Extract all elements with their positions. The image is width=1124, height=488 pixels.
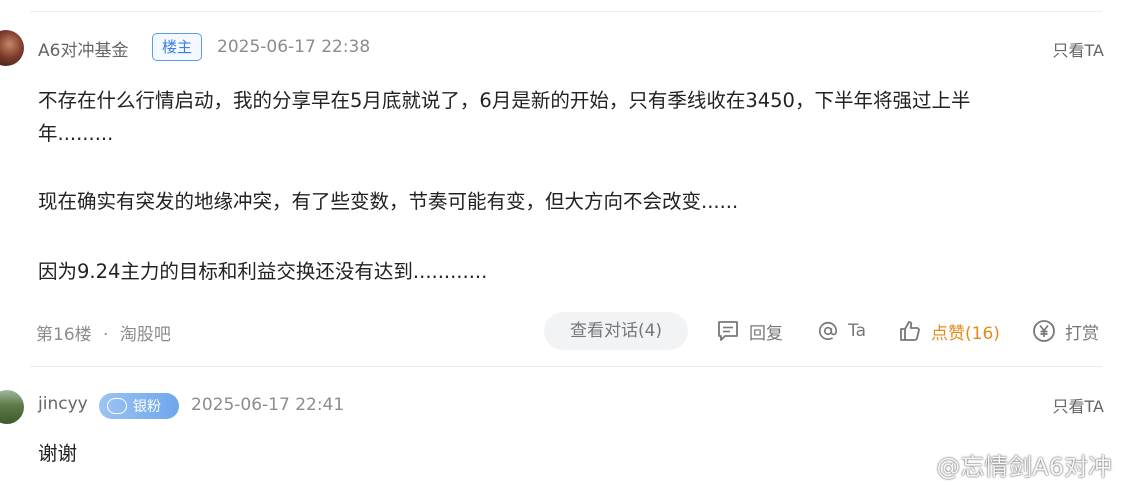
reply-timestamp: 2025-06-17 22:41 (191, 395, 345, 415)
reply-only-ta-link[interactable]: 只看TA (1053, 393, 1104, 417)
post-paragraph: 现在确实有突发的地缘冲突，有了些变数，节奏可能有变，但大方向不会改变...... (38, 190, 739, 213)
fan-badge-label: 银粉 (133, 399, 161, 415)
post-meta: 第16楼 · 淘股吧 (36, 320, 171, 345)
op-badge: 楼主 (152, 33, 202, 61)
at-icon (818, 321, 838, 341)
reply-text: 谢谢 (38, 442, 78, 465)
watermark: @忘情剑A6对冲 (890, 447, 1112, 482)
floor-number: 第16楼 (36, 325, 92, 345)
only-ta-link[interactable]: 只看TA (1053, 37, 1104, 61)
reply-avatar[interactable] (0, 390, 24, 424)
like-label: 点赞(16) (931, 323, 1000, 344)
reply-button[interactable]: 回复 (716, 316, 783, 346)
like-button[interactable]: 点赞(16) (898, 316, 1000, 346)
thumbs-up-icon (900, 321, 920, 341)
mention-button[interactable]: Ta (817, 316, 866, 346)
reward-label: 打赏 (1065, 323, 1099, 344)
post-username[interactable]: A6对冲基金 (38, 36, 128, 61)
top-divider (30, 11, 1102, 12)
post-divider (30, 366, 1102, 367)
avatar[interactable] (0, 30, 24, 66)
fan-badge: 银粉 (99, 393, 179, 419)
mention-label: Ta (848, 321, 866, 341)
view-dialog-button[interactable]: 查看对话(4) (544, 312, 688, 350)
post-timestamp: 2025-06-17 22:38 (217, 37, 371, 57)
weibo-logo (892, 452, 928, 479)
reply-label: 回复 (749, 323, 783, 344)
reply-username[interactable]: jincyy (38, 394, 88, 414)
post-paragraph: 年......... (38, 122, 114, 145)
post-paragraph: 不存在什么行情启动，我的分享早在5月底就说了，6月是新的开始，只有季线收在345… (38, 89, 971, 112)
meta-separator: · (103, 325, 109, 345)
comment-icon (718, 321, 738, 341)
reward-button[interactable]: 打赏 (1032, 316, 1099, 346)
yen-coin-icon (1033, 320, 1055, 342)
fan-level-icon (107, 398, 127, 414)
watermark-text: @忘情剑A6对冲 (936, 453, 1112, 481)
post-paragraph: 因为9.24主力的目标和利益交换还没有达到............ (38, 260, 488, 283)
source-label: 淘股吧 (119, 325, 171, 345)
